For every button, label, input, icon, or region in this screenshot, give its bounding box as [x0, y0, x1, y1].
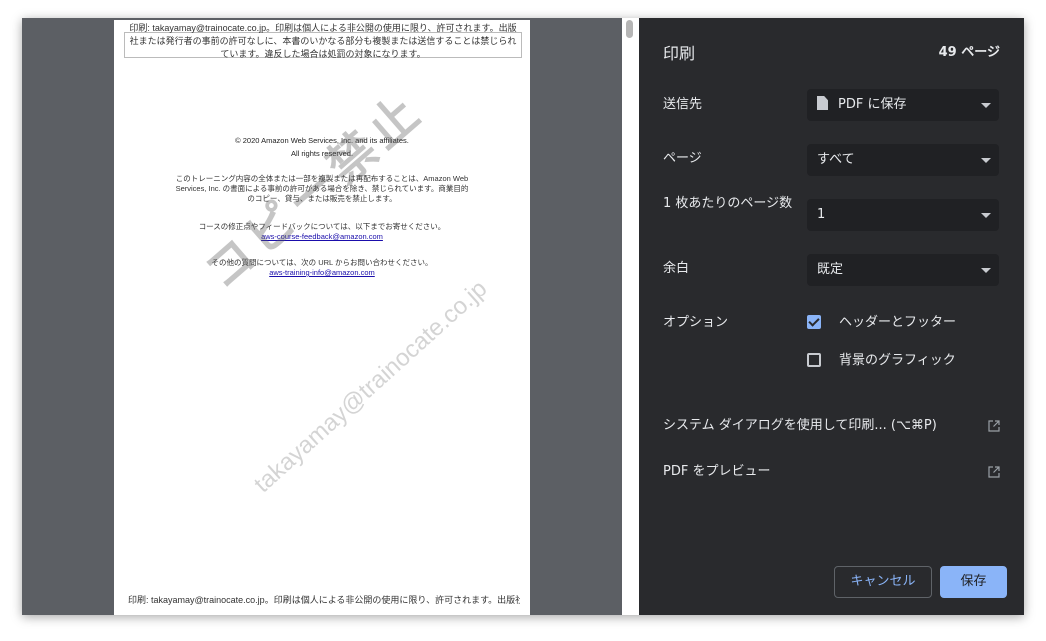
pages-select[interactable]: すべて: [807, 144, 999, 176]
pages-per-sheet-select[interactable]: 1: [807, 199, 999, 231]
system-dialog-link[interactable]: システム ダイアログを使用して印刷... (⌥⌘P): [663, 416, 1000, 436]
margins-label: 余白: [663, 261, 690, 276]
chevron-down-icon: [981, 103, 991, 108]
save-button[interactable]: 保存: [940, 566, 1007, 598]
open-external-icon: [988, 420, 1000, 432]
chevron-down-icon: [981, 213, 991, 218]
background-graphics-checkbox[interactable]: [807, 353, 821, 367]
preview-scrollbar-track[interactable]: [622, 18, 638, 615]
headers-footers-checkbox[interactable]: [807, 315, 821, 329]
print-dialog-window: 印刷: takayamay@trainocate.co.jp。印刷は個人による非…: [22, 18, 1024, 615]
page-header-text: 印刷: takayamay@trainocate.co.jp。印刷は個人による非…: [129, 23, 517, 59]
margins-select[interactable]: 既定: [807, 254, 999, 286]
dialog-title: 印刷: [663, 44, 696, 63]
chevron-down-icon: [981, 158, 991, 163]
pages-value: すべて: [817, 152, 855, 167]
destination-select[interactable]: PDF に保存: [807, 89, 999, 121]
page-footer-text: 印刷: takayamay@trainocate.co.jp。印刷は個人による非…: [128, 595, 520, 605]
chevron-down-icon: [981, 268, 991, 273]
system-dialog-label: システム ダイアログを使用して印刷... (⌥⌘P): [663, 418, 937, 433]
print-settings-panel: 印刷 49 ページ 送信先 PDF に保存 ページ すべて 1 枚あたりのページ…: [639, 18, 1024, 615]
print-preview-area[interactable]: 印刷: takayamay@trainocate.co.jp。印刷は個人による非…: [22, 18, 638, 615]
headers-footers-label: ヘッダーとフッター: [839, 315, 957, 330]
watermark-email: takayamay@trainocate.co.jp: [249, 275, 493, 499]
cancel-button[interactable]: キャンセル: [834, 566, 932, 598]
pages-per-sheet-value: 1: [817, 207, 826, 222]
open-external-icon: [988, 466, 1000, 478]
training-info-link[interactable]: aws-training-info@amazon.com: [269, 268, 375, 277]
preview-scrollbar-thumb[interactable]: [626, 20, 633, 38]
pdf-preview-link[interactable]: PDF をプレビュー: [663, 462, 1000, 482]
options-label: オプション: [663, 315, 729, 330]
background-graphics-label: 背景のグラフィック: [839, 353, 956, 368]
destination-value: PDF に保存: [838, 97, 907, 112]
margins-value: 既定: [817, 262, 844, 277]
destination-label: 送信先: [663, 97, 703, 112]
file-icon: [817, 96, 828, 110]
pages-label: ページ: [663, 151, 702, 166]
pdf-preview-label: PDF をプレビュー: [663, 464, 771, 479]
preview-page: 印刷: takayamay@trainocate.co.jp。印刷は個人による非…: [114, 20, 530, 615]
pages-per-sheet-label: 1 枚あたりのページ数: [663, 196, 793, 211]
page-count: 49 ページ: [938, 45, 1000, 60]
